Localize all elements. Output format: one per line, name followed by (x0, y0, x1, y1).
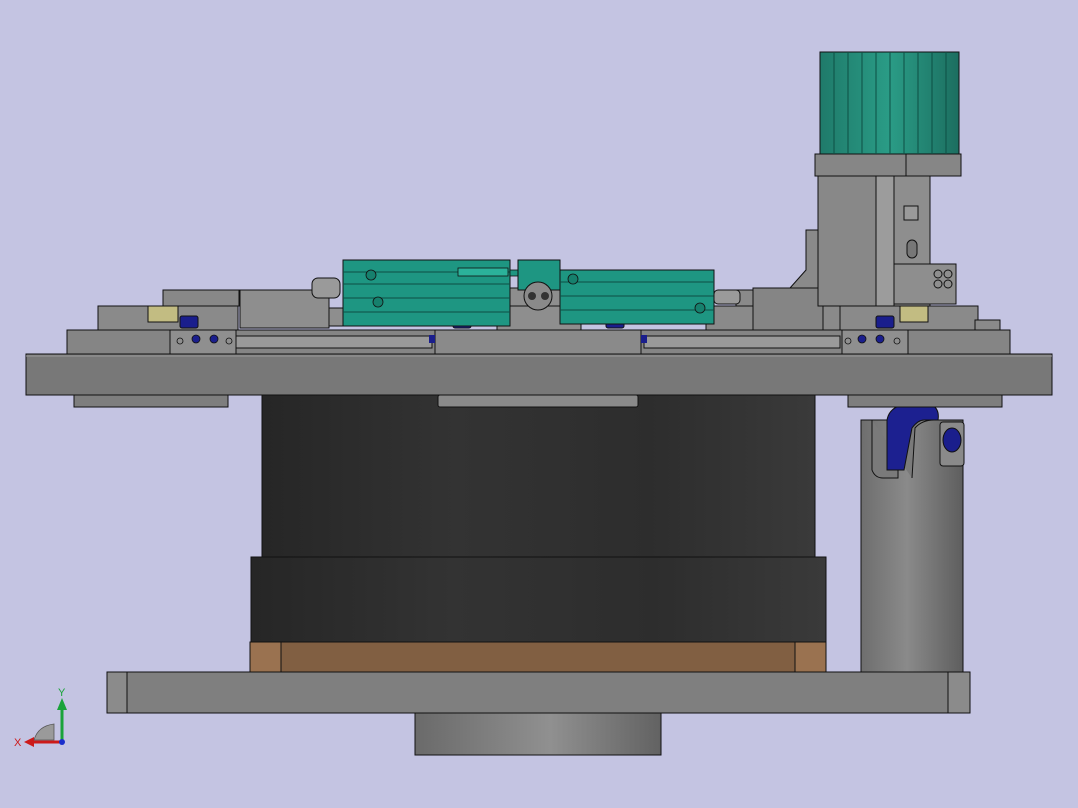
triad-arc-icon (33, 723, 55, 741)
triad-x-arrow-icon (24, 737, 34, 747)
model-front-view[interactable] (0, 0, 1078, 808)
under-block-right (847, 394, 1003, 408)
under-block-left (73, 394, 229, 408)
support-column[interactable] (860, 403, 965, 673)
top-plate[interactable] (25, 353, 1053, 396)
pneumatic-cylinder-left[interactable] (311, 259, 525, 327)
triad-y-label: Y (58, 687, 66, 699)
triad-x-label: X (14, 737, 22, 749)
indexer-spacer-ring[interactable] (249, 641, 827, 673)
triad-y-arrow-icon (57, 698, 67, 710)
triad-z-axis-icon (59, 739, 65, 745)
cad-viewport[interactable]: Y X (0, 0, 1078, 808)
under-block-center (437, 394, 639, 408)
view-orientation-triad[interactable]: Y X (12, 684, 82, 754)
rotary-indexer[interactable] (250, 394, 827, 643)
base-plate[interactable] (106, 671, 971, 714)
base-foot-boss (414, 711, 662, 756)
